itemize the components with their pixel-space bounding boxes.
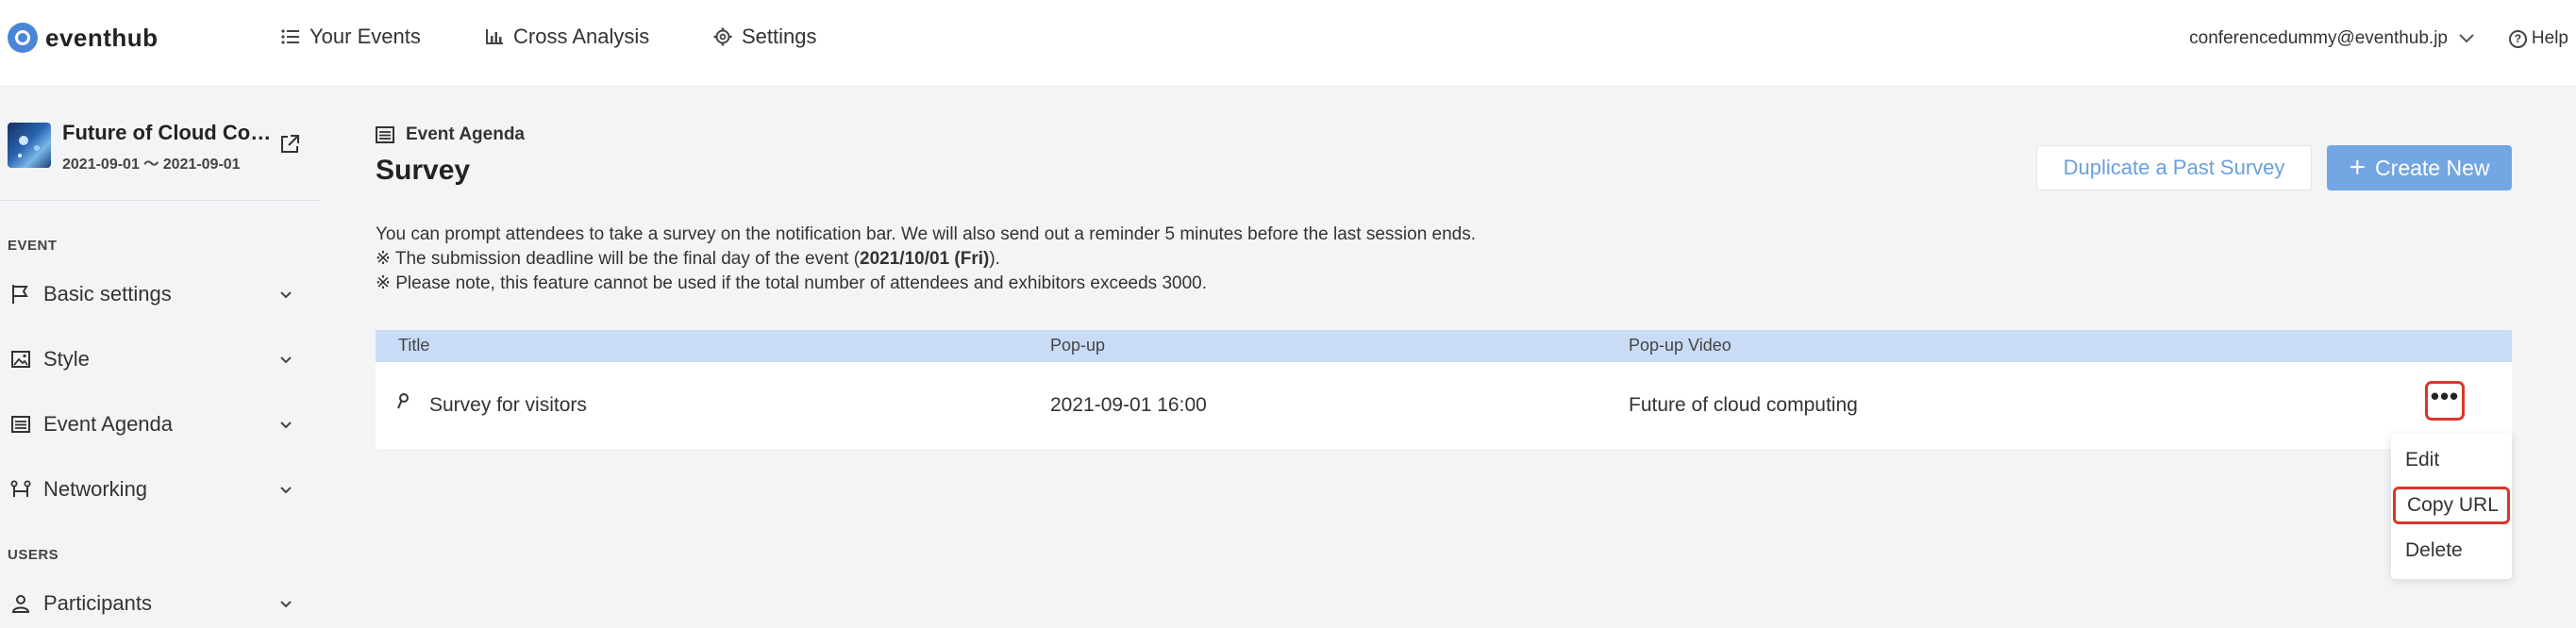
nav-your-events[interactable]: Your Events xyxy=(281,25,421,49)
survey-title-cell[interactable]: Survey for visitors xyxy=(429,394,587,417)
chevron-down-icon xyxy=(280,356,292,364)
flag-icon xyxy=(9,284,32,305)
bar-chart-icon xyxy=(486,29,503,44)
sidebar-item-label: Participants xyxy=(43,591,152,615)
nav-settings[interactable]: Settings xyxy=(713,25,817,49)
list-icon xyxy=(281,29,299,44)
event-name[interactable]: Future of Cloud Computing xyxy=(62,121,274,145)
nav-label: Settings xyxy=(742,25,817,48)
nav-label: Your Events xyxy=(309,25,421,48)
breadcrumb-label: Event Agenda xyxy=(406,124,525,144)
agenda-icon xyxy=(376,126,394,143)
chevron-down-icon xyxy=(280,291,292,299)
user-menu[interactable]: conferencedummy@eventhub.jp xyxy=(2189,28,2474,49)
menu-item-copy-url[interactable]: Copy URL xyxy=(2393,487,2510,524)
row-action-menu: Edit Copy URL Delete xyxy=(2391,434,2512,579)
sidebar-item-event-agenda[interactable]: Event Agenda xyxy=(9,405,293,443)
logo[interactable]: eventhub xyxy=(8,23,159,53)
agenda-icon xyxy=(9,416,32,433)
nav-cross-analysis[interactable]: Cross Analysis xyxy=(485,25,649,49)
pin-icon xyxy=(397,393,409,409)
help-label: Help xyxy=(2531,28,2568,48)
sidebar-divider xyxy=(0,200,321,201)
sidebar: Future of Cloud Computing 2021-09-01 ～ 2… xyxy=(0,85,321,628)
survey-description: You can prompt attendees to take a surve… xyxy=(376,223,1476,296)
help-link[interactable]: ? Help xyxy=(2508,28,2568,49)
menu-item-delete[interactable]: Delete xyxy=(2391,532,2512,570)
sidebar-item-label: Style xyxy=(43,347,90,371)
eventhub-logo-icon xyxy=(8,23,38,53)
top-bar: eventhub Your Events Cross Analysis Sett… xyxy=(0,0,2576,85)
chevron-down-icon xyxy=(2459,34,2474,43)
sidebar-item-label: Basic settings xyxy=(43,282,172,306)
create-new-button[interactable]: + Create New xyxy=(2327,145,2512,190)
more-options-button[interactable]: ••• xyxy=(2425,381,2465,421)
sidebar-item-basic-settings[interactable]: Basic settings xyxy=(9,275,293,313)
description-line-2: ※ The submission deadline will be the fi… xyxy=(376,249,1000,269)
create-new-label: Create New xyxy=(2375,155,2490,180)
deadline-date: 2021/10/01 (Fri) xyxy=(860,249,990,269)
breadcrumb: Event Agenda xyxy=(376,124,525,145)
user-email: conferencedummy@eventhub.jp xyxy=(2189,28,2448,48)
sidebar-item-style[interactable]: Style xyxy=(9,340,293,378)
section-title-users: USERS xyxy=(8,547,59,563)
menu-item-edit[interactable]: Edit xyxy=(2391,441,2512,479)
survey-table: Title Pop-up Pop-up Video Survey for vis… xyxy=(376,330,2512,449)
image-icon xyxy=(9,351,32,368)
section-title-event: EVENT xyxy=(8,238,58,254)
chevron-down-icon xyxy=(280,487,292,494)
user-icon xyxy=(9,594,32,613)
duplicate-past-survey-button[interactable]: Duplicate a Past Survey xyxy=(2036,145,2312,190)
plus-icon: + xyxy=(2349,152,2367,183)
event-thumbnail xyxy=(8,123,51,168)
popup-cell: 2021-09-01 16:00 xyxy=(1050,394,1207,416)
external-link-icon[interactable] xyxy=(279,134,300,155)
column-header-title: Title xyxy=(398,336,430,355)
column-header-popup-video: Pop-up Video xyxy=(1629,336,1731,355)
help-icon: ? xyxy=(2508,29,2527,48)
description-line-1: You can prompt attendees to take a surve… xyxy=(376,224,1477,244)
logo-text: eventhub xyxy=(45,23,159,52)
popup-video-cell: Future of cloud computing xyxy=(1629,394,1858,416)
column-header-popup: Pop-up xyxy=(1050,336,1106,355)
networking-icon xyxy=(9,480,32,499)
description-line-3: ※ Please note, this feature cannot be us… xyxy=(376,273,1207,293)
sidebar-item-networking[interactable]: Networking xyxy=(9,471,293,508)
chevron-down-icon xyxy=(280,601,292,608)
more-icon: ••• xyxy=(2430,382,2460,410)
table-header: Title Pop-up Pop-up Video xyxy=(376,330,2512,362)
sidebar-item-participants[interactable]: Participants xyxy=(9,585,293,622)
sidebar-item-label: Networking xyxy=(43,477,148,501)
event-dates: 2021-09-01 ～ 2021-09-01 xyxy=(62,157,241,173)
chevron-down-icon xyxy=(280,421,292,429)
nav-label: Cross Analysis xyxy=(513,25,650,48)
sidebar-item-label: Event Agenda xyxy=(43,412,174,436)
page-title: Survey xyxy=(376,155,471,186)
gear-icon xyxy=(713,27,732,46)
